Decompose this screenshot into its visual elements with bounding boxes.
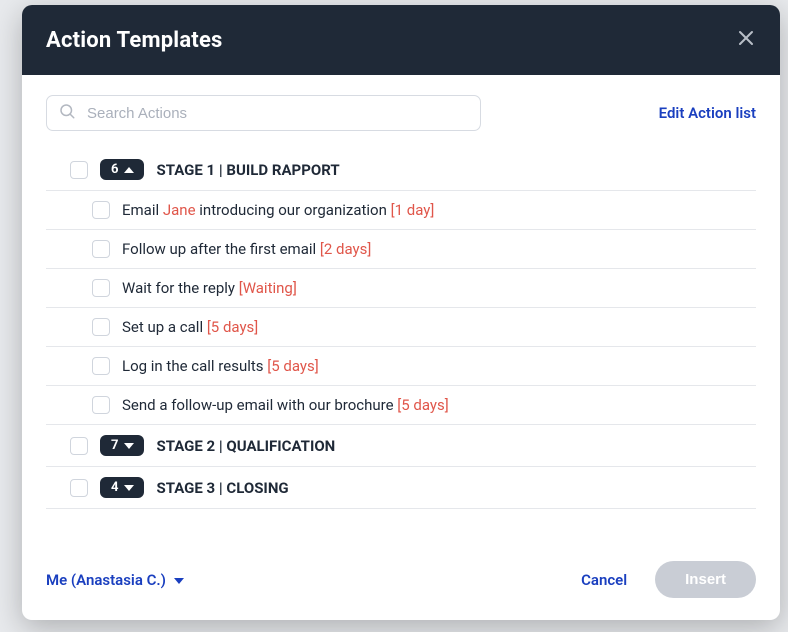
highlight-due: [5 days] [397, 396, 448, 414]
action-checkbox[interactable] [92, 279, 110, 297]
modal-header: Action Templates [22, 5, 780, 75]
highlight-due: [2 days] [320, 240, 371, 258]
stage-row[interactable]: 7 STAGE 2 | QUALIFICATION [46, 425, 756, 467]
action-row[interactable]: Set up a call [5 days] [46, 308, 756, 347]
action-row[interactable]: Send a follow-up email with our brochure… [46, 386, 756, 425]
assignee-dropdown[interactable]: Me (Anastasia C.) [46, 571, 184, 589]
modal-footer: Me (Anastasia C.) Cancel Insert [22, 543, 780, 620]
highlight-due: [Waiting] [239, 279, 297, 297]
action-templates-modal: Action Templates Edit Action list 6 [22, 5, 780, 620]
action-row[interactable]: Follow up after the first email [2 days] [46, 230, 756, 269]
action-checkbox[interactable] [92, 318, 110, 336]
highlight-due: [1 day] [391, 201, 435, 219]
stage-count-badge[interactable]: 4 [100, 477, 144, 498]
template-list: 6 STAGE 1 | BUILD RAPPORT Email Jane int… [46, 149, 756, 543]
stage-checkbox[interactable] [70, 161, 88, 179]
insert-button[interactable]: Insert [655, 561, 756, 598]
stage-count: 6 [111, 162, 118, 177]
caret-down-icon [124, 443, 134, 449]
action-text: Follow up after the first email [2 days] [122, 240, 371, 258]
highlight-due: [5 days] [267, 357, 318, 375]
stage-count-badge[interactable]: 7 [100, 435, 144, 456]
edit-action-list-link[interactable]: Edit Action list [659, 104, 756, 122]
stage-label: STAGE 3 | CLOSING [156, 479, 288, 497]
stage-label: STAGE 1 | BUILD RAPPORT [156, 161, 339, 179]
chevron-down-icon [174, 578, 184, 584]
stage-count-badge[interactable]: 6 [100, 159, 144, 180]
action-text: Send a follow-up email with our brochure… [122, 396, 449, 414]
stage-count: 7 [111, 438, 118, 453]
action-checkbox[interactable] [92, 357, 110, 375]
stage-count: 4 [111, 480, 118, 495]
highlight-due: [5 days] [207, 318, 258, 336]
modal-body: Edit Action list 6 STAGE 1 | BUILD RAPPO… [22, 75, 780, 543]
action-row[interactable]: Wait for the reply [Waiting] [46, 269, 756, 308]
top-row: Edit Action list [46, 95, 756, 131]
action-text: Wait for the reply [Waiting] [122, 279, 297, 297]
close-icon [738, 30, 754, 46]
action-text: Set up a call [5 days] [122, 318, 258, 336]
caret-down-icon [124, 485, 134, 491]
highlight-name: Jane [163, 201, 196, 219]
stage-row[interactable]: 6 STAGE 1 | BUILD RAPPORT [46, 149, 756, 191]
caret-up-icon [124, 167, 134, 173]
action-text: Email Jane introducing our organization … [122, 201, 434, 219]
action-checkbox[interactable] [92, 201, 110, 219]
search-input[interactable] [46, 95, 481, 131]
stage-checkbox[interactable] [70, 437, 88, 455]
action-checkbox[interactable] [92, 396, 110, 414]
action-row[interactable]: Log in the call results [5 days] [46, 347, 756, 386]
footer-actions: Cancel Insert [581, 561, 756, 598]
assignee-label: Me (Anastasia C.) [46, 571, 166, 589]
stage-label: STAGE 2 | QUALIFICATION [156, 437, 335, 455]
cancel-button[interactable]: Cancel [581, 571, 627, 589]
search-container [46, 95, 481, 131]
modal-title: Action Templates [46, 28, 223, 53]
stage-row[interactable]: 4 STAGE 3 | CLOSING [46, 467, 756, 509]
close-button[interactable] [736, 27, 756, 53]
action-checkbox[interactable] [92, 240, 110, 258]
stage-checkbox[interactable] [70, 479, 88, 497]
action-text: Log in the call results [5 days] [122, 357, 319, 375]
action-row[interactable]: Email Jane introducing our organization … [46, 191, 756, 230]
